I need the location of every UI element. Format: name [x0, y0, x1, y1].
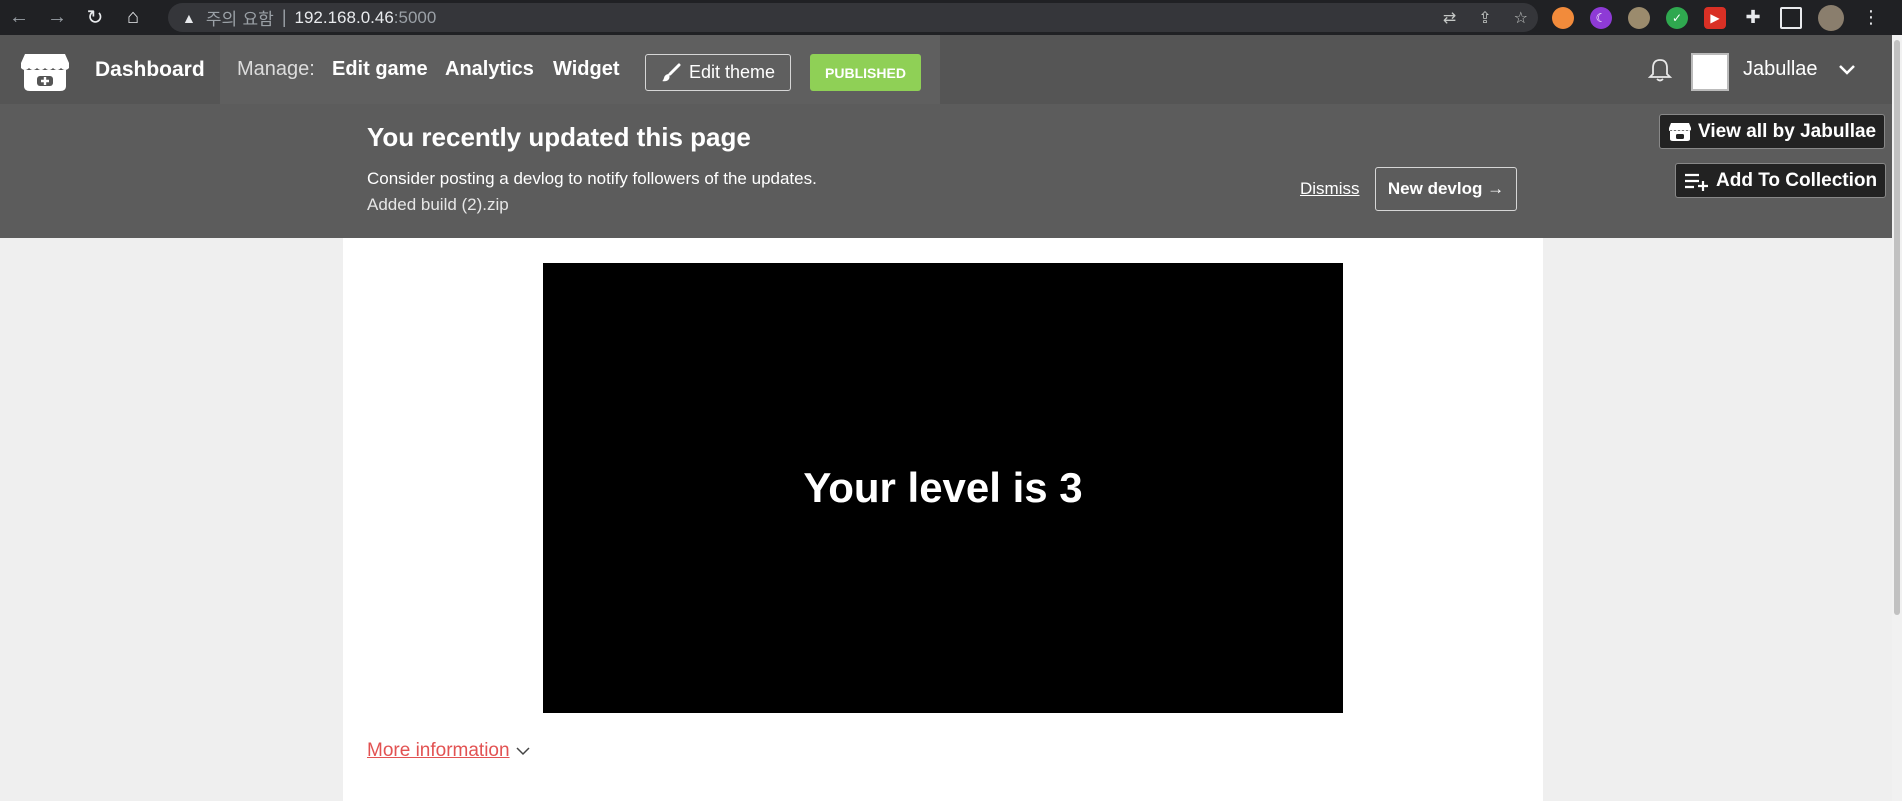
- dashboard-link[interactable]: Dashboard: [95, 35, 205, 104]
- game-level-text: Your level is 3: [803, 464, 1083, 511]
- security-warning: 주의 요함: [205, 10, 274, 30]
- view-all-button[interactable]: View all by Jabullae: [1659, 114, 1886, 149]
- notice-message: Consider posting a devlog to notify foll…: [367, 169, 817, 188]
- forward-icon[interactable]: →: [38, 0, 76, 35]
- url-host: 192.168.0.46: [294, 7, 394, 27]
- paintbrush-icon: [661, 63, 681, 81]
- scrollbar-thumb[interactable]: [1894, 40, 1900, 615]
- add-collection-label: Add To Collection: [1716, 169, 1878, 191]
- notice-title: You recently updated this page: [367, 122, 751, 152]
- analytics-link[interactable]: Analytics: [445, 35, 534, 104]
- username[interactable]: Jabullae: [1743, 35, 1818, 104]
- browser-toolbar: ← → ↻ ⌂ ▲ 주의 요함 | 192.168.0.46 :5000 ⇄ ⇪…: [0, 0, 1902, 35]
- manage-bar: Manage: Edit game Analytics Widget Edit …: [220, 35, 940, 104]
- itch-logo-small-icon: [1669, 122, 1691, 141]
- bell-icon[interactable]: [1647, 57, 1673, 83]
- reload-icon[interactable]: ↻: [76, 0, 114, 35]
- address-bar[interactable]: ▲ 주의 요함 | 192.168.0.46 :5000 ⇄ ⇪ ☆: [168, 3, 1538, 32]
- warning-icon: ▲: [182, 9, 196, 26]
- puzzle-icon[interactable]: ✚: [1742, 7, 1764, 29]
- game-page: Your level is 3 More information: [343, 238, 1543, 801]
- user-avatar[interactable]: [1691, 53, 1729, 91]
- menu-dots-icon[interactable]: ⋮: [1860, 7, 1882, 29]
- back-icon[interactable]: ←: [0, 0, 38, 35]
- new-devlog-button[interactable]: New devlog →: [1375, 167, 1517, 211]
- update-notice: You recently updated this page Consider …: [0, 104, 1892, 238]
- red-extension-icon[interactable]: ▶: [1704, 6, 1726, 29]
- edit-theme-button[interactable]: Edit theme: [645, 54, 791, 91]
- site-header: Dashboard Manage: Edit game Analytics Wi…: [0, 35, 1892, 104]
- itch-logo-icon[interactable]: [20, 50, 70, 92]
- extension-icon[interactable]: [1552, 6, 1574, 29]
- owl-extension-icon[interactable]: [1628, 6, 1650, 29]
- side-panel-icon[interactable]: [1780, 6, 1802, 29]
- published-badge[interactable]: PUBLISHED: [810, 54, 921, 91]
- dismiss-link[interactable]: Dismiss: [1300, 179, 1360, 199]
- game-canvas[interactable]: Your level is 3: [543, 263, 1343, 713]
- chevron-down-icon[interactable]: [1837, 59, 1857, 79]
- translate-icon[interactable]: ⇄: [1443, 8, 1456, 28]
- bookmark-star-icon[interactable]: ☆: [1514, 8, 1528, 28]
- edit-theme-label: Edit theme: [688, 62, 776, 82]
- widget-link[interactable]: Widget: [553, 35, 619, 104]
- notice-detail: Added build (2).zip: [367, 195, 509, 214]
- edit-game-link[interactable]: Edit game: [332, 35, 428, 104]
- more-information-link[interactable]: More information: [367, 740, 530, 762]
- more-information-label: More information: [367, 740, 510, 761]
- separator: |: [281, 7, 287, 27]
- share-icon[interactable]: ⇪: [1478, 8, 1491, 28]
- moon-extension-icon[interactable]: ☾: [1590, 6, 1612, 29]
- add-to-collection-button[interactable]: Add To Collection: [1675, 163, 1887, 198]
- home-icon[interactable]: ⌂: [114, 0, 152, 35]
- url-port: :5000: [393, 7, 437, 27]
- chevron-down-icon: [516, 747, 530, 756]
- profile-avatar-icon[interactable]: [1818, 4, 1844, 31]
- add-list-icon: [1685, 173, 1708, 191]
- manage-label: Manage:: [237, 58, 315, 80]
- shield-extension-icon[interactable]: ✓: [1666, 6, 1688, 29]
- view-all-label: View all by Jabullae: [1698, 120, 1877, 142]
